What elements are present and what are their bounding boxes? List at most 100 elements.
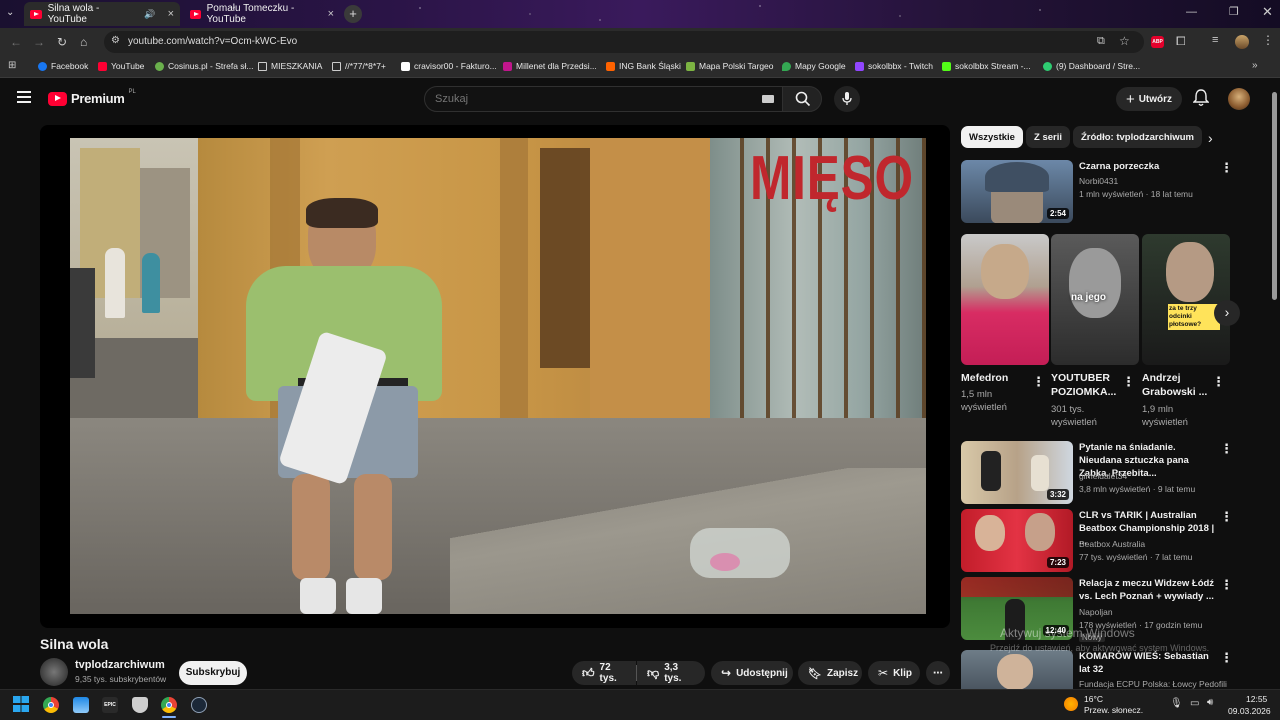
more-bookmarks-icon[interactable]: » (1252, 60, 1258, 71)
more-vertical-icon[interactable]: ⋮ (1220, 509, 1233, 525)
more-vertical-icon[interactable]: ⋮ (1220, 577, 1233, 593)
bookmark-kick[interactable]: sokolbbx Stream -... (942, 61, 1031, 71)
recommended-title[interactable]: Czarna porzeczka (1079, 160, 1217, 173)
volume-tray-icon[interactable]: 🔊︎ (1207, 697, 1213, 708)
epic-games-taskbar-icon[interactable]: EPIC (102, 697, 118, 713)
page-scrollbar[interactable] (1272, 92, 1277, 300)
channel-name[interactable]: tvplodzarchiwum (75, 659, 165, 671)
tab-search-button[interactable]: ⌄ (6, 7, 14, 18)
recommended-channel[interactable]: gimeldalet34 (1079, 470, 1217, 482)
save-button[interactable]: 🔖︎ Zapisz (798, 661, 862, 685)
reload-icon[interactable]: ↻ (57, 35, 67, 49)
bookmark-cosinus[interactable]: Cosinus.pl - Strefa sł... (155, 61, 254, 71)
forward-icon[interactable]: → (33, 35, 45, 49)
restore-button[interactable]: ❐ (1229, 5, 1239, 18)
adblock-extension-icon[interactable]: ABP (1151, 36, 1164, 48)
close-window-button[interactable]: ✕ (1262, 4, 1273, 20)
youtube-premium-logo[interactable]: Premium PL (48, 89, 136, 106)
back-icon[interactable]: ← (10, 35, 22, 49)
weather-icon[interactable] (1064, 697, 1078, 711)
install-app-icon[interactable]: ⧉ (1097, 35, 1105, 48)
clock-time[interactable]: 12:55 (1246, 694, 1267, 704)
close-tab-icon[interactable]: × (328, 8, 334, 20)
chip-series[interactable]: Z serii (1026, 126, 1070, 148)
clip-button[interactable]: ✂ Klip (868, 661, 920, 685)
chips-next-icon[interactable]: › (1208, 130, 1213, 146)
video-frame[interactable]: MIĘSO (70, 138, 926, 614)
bookmark-facebook[interactable]: Facebook (38, 61, 88, 71)
chrome-active-taskbar-icon[interactable] (161, 697, 177, 713)
close-tab-icon[interactable]: × (168, 8, 174, 20)
short-thumbnail[interactable]: za te trzy odcinki płotsowe? (1142, 234, 1230, 365)
more-actions-button[interactable]: ⋯ (926, 661, 950, 685)
tab-pomalu-tomeczku[interactable]: Pomału Tomeczku - YouTube × (184, 2, 340, 26)
voice-search-button[interactable] (834, 86, 860, 112)
bookmark-ing[interactable]: ING Bank Śląski (606, 61, 681, 71)
more-vertical-icon[interactable]: ⋮ (1122, 374, 1135, 390)
chip-source[interactable]: Źródło: tvplodzarchiwum (1073, 126, 1202, 148)
bookmark-star-icon[interactable]: ☆ (1119, 34, 1130, 48)
bookmark-folder-mieszkania[interactable]: MIESZKANIA (258, 61, 322, 71)
recommended-thumbnail[interactable]: 7:23 (961, 509, 1073, 572)
recommended-title[interactable]: Relacja z meczu Widzew Łódź vs. Lech Poz… (1079, 577, 1217, 603)
bookmark-youtube[interactable]: YouTube (98, 61, 144, 71)
recommended-thumbnail[interactable]: 2:54 (961, 160, 1073, 223)
recommended-channel[interactable]: Norbi0431 (1079, 175, 1217, 187)
share-button[interactable]: ↪ Udostępnij (711, 661, 793, 685)
bookmark-twitch[interactable]: sokolbbx - Twitch (855, 61, 933, 71)
short-thumbnail[interactable] (961, 234, 1049, 365)
search-button[interactable] (782, 86, 822, 112)
recommended-channel[interactable]: Napoljan (1079, 606, 1217, 618)
more-vertical-icon[interactable]: ⋮ (1220, 441, 1233, 457)
more-vertical-icon[interactable]: ⋮ (1220, 650, 1233, 666)
home-icon[interactable]: ⌂ (80, 35, 87, 49)
create-button[interactable]: + Utwórz (1116, 87, 1182, 111)
clock-date[interactable]: 09.03.2026 (1228, 706, 1271, 716)
channel-avatar[interactable] (40, 658, 68, 686)
bookmark-cravisor[interactable]: cravisor00 - Fakturo... (401, 61, 497, 71)
chrome-taskbar-icon[interactable] (43, 697, 59, 713)
bookmark-dashboard[interactable]: (9) Dashboard / Stre... (1043, 61, 1140, 71)
steam-taskbar-icon[interactable] (191, 697, 207, 713)
extensions-icon[interactable]: ⧠ (1176, 34, 1186, 49)
short-title[interactable]: Andrzej Grabowski ... (1142, 371, 1218, 399)
short-title[interactable]: YOUTUBER POZIOMKA... (1051, 371, 1127, 399)
video-player[interactable]: MIĘSO (40, 125, 950, 628)
recommended-channel[interactable]: Beatbox Australia (1079, 538, 1217, 550)
browser-menu-icon[interactable]: ⋮ (1262, 33, 1274, 47)
short-title[interactable]: Mefedron (961, 371, 1037, 385)
microphone-tray-icon[interactable]: 🎙︎ (1170, 698, 1183, 709)
chip-all[interactable]: Wszystkie (961, 126, 1023, 148)
bookmark-folder-numbers[interactable]: //*77/*8*7+ (332, 61, 386, 71)
more-vertical-icon[interactable]: ⋮ (1032, 374, 1045, 390)
short-thumbnail[interactable]: na jego (1051, 234, 1139, 365)
minimize-button[interactable]: — (1186, 6, 1197, 18)
more-vertical-icon[interactable]: ⋮ (1212, 374, 1225, 390)
shorts-next-button[interactable]: › (1214, 300, 1240, 326)
speaker-icon[interactable]: 🔊 (144, 9, 155, 20)
keyboard-icon[interactable] (762, 95, 774, 103)
tab-silna-wola[interactable]: Silna wola - YouTube 🔊 × (24, 2, 180, 26)
apps-grid-icon[interactable]: ⊞ (8, 60, 16, 71)
account-avatar[interactable] (1228, 88, 1250, 110)
more-vertical-icon[interactable]: ⋮ (1220, 160, 1233, 176)
site-info-icon[interactable]: ⚙ (111, 35, 120, 46)
recommended-title[interactable]: KOMARÓW WIEŚ: Sebastian lat 32 (1079, 650, 1217, 676)
dislike-button[interactable]: 👎︎ 3,3 tys. (637, 661, 705, 685)
shield-taskbar-icon[interactable] (132, 697, 148, 713)
profile-avatar[interactable] (1235, 35, 1249, 49)
display-tray-icon[interactable]: ▭ (1190, 698, 1199, 709)
hamburger-menu-icon[interactable] (17, 91, 31, 103)
recommended-thumbnail[interactable] (961, 650, 1073, 690)
recommended-thumbnail[interactable]: 3:32 (961, 441, 1073, 504)
new-tab-button[interactable]: + (344, 5, 362, 23)
bookmark-google-maps[interactable]: Mapy Google (782, 61, 846, 71)
bookmark-millenet[interactable]: Millenet dla Przedsi... (503, 61, 597, 71)
photos-taskbar-icon[interactable] (73, 697, 89, 713)
windows-start-icon[interactable] (13, 696, 29, 712)
like-button[interactable]: 👍︎ 72 tys. (572, 661, 636, 685)
search-input[interactable] (424, 86, 786, 112)
subscribe-button[interactable]: Subskrybuj (179, 661, 247, 685)
bookmark-targeo[interactable]: Mapa Polski Targeo (686, 61, 774, 71)
media-control-icon[interactable]: ≡ (1212, 34, 1218, 46)
